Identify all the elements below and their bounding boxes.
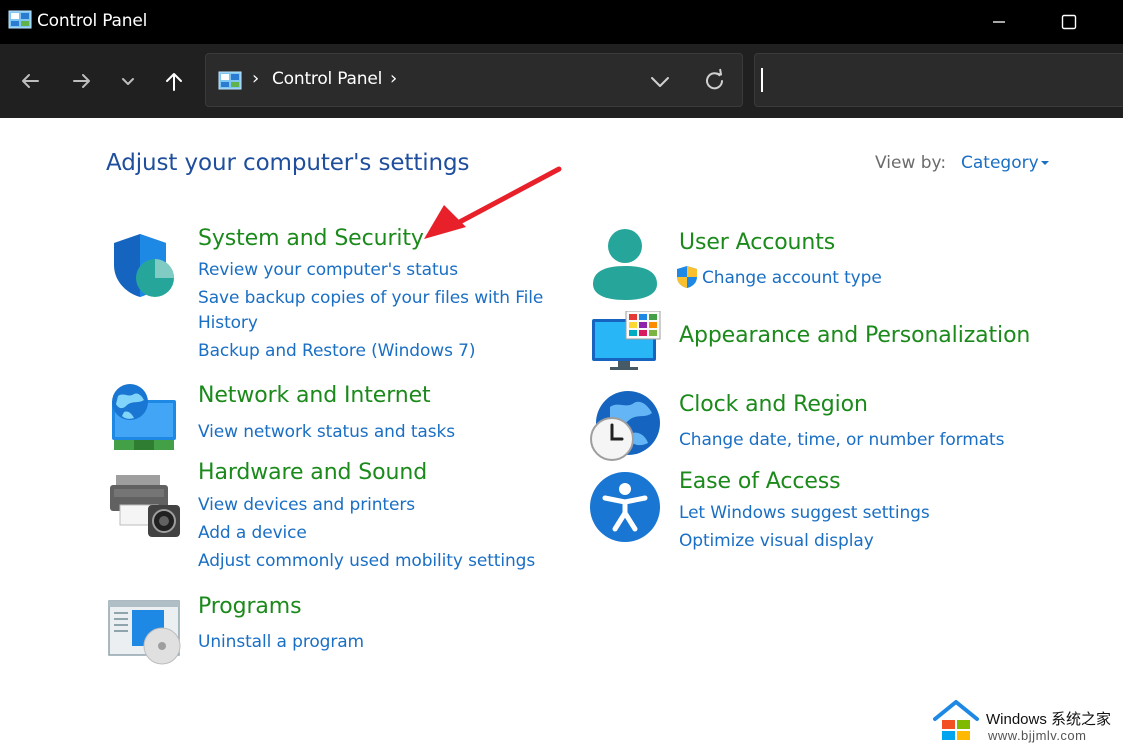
category-title-clock[interactable]: Clock and Region [679, 392, 868, 417]
link-backup-restore[interactable]: Backup and Restore (Windows 7) [198, 341, 475, 361]
link-uninstall-program[interactable]: Uninstall a program [198, 632, 364, 652]
up-button[interactable] [156, 63, 192, 99]
navigation-bar: › Control Panel › [0, 44, 1123, 118]
forward-button[interactable] [64, 63, 100, 99]
back-arrow-icon [22, 74, 39, 88]
address-dropdown-icon[interactable] [646, 68, 674, 96]
globe-clock-icon [590, 391, 660, 461]
maximize-icon [1061, 14, 1077, 30]
category-title-hardware[interactable]: Hardware and Sound [198, 460, 427, 485]
link-network-status[interactable]: View network status and tasks [198, 422, 455, 442]
view-by-label: View by: [875, 153, 947, 173]
page-title: Adjust your computer's settings [106, 150, 470, 176]
breadcrumb-control-panel[interactable]: Control Panel [272, 69, 382, 89]
view-by-caret-icon[interactable] [1041, 161, 1049, 165]
category-title-programs[interactable]: Programs [198, 594, 302, 619]
maximize-button[interactable] [1046, 6, 1092, 38]
view-by-dropdown[interactable]: Category [961, 153, 1039, 173]
watermark: Windows 系统之家 www.bjjmlv.com [932, 698, 1123, 749]
uac-shield-icon [677, 266, 697, 288]
link-optimize-visual-display[interactable]: Optimize visual display [679, 531, 874, 551]
address-bar[interactable]: › Control Panel › [205, 53, 743, 107]
watermark-brand: Windows 系统之家 [986, 711, 1112, 728]
content-area: Adjust your computer's settings View by:… [0, 118, 1123, 749]
category-title-user-accounts[interactable]: User Accounts [679, 230, 835, 255]
breadcrumb-separator: › [252, 68, 260, 89]
link-mobility-settings[interactable]: Adjust commonly used mobility settings [198, 551, 535, 571]
back-button[interactable] [12, 63, 48, 99]
search-box[interactable] [754, 53, 1123, 107]
link-change-account-type[interactable]: Change account type [702, 268, 882, 288]
link-file-history[interactable]: Save backup copies of your files with Fi… [198, 288, 543, 308]
category-title-network[interactable]: Network and Internet [198, 383, 431, 408]
recent-locations-chevron-icon [122, 78, 134, 85]
shield-icon [114, 234, 174, 297]
category-title-system-security[interactable]: System and Security [198, 226, 424, 251]
link-review-status[interactable]: Review your computer's status [198, 260, 458, 280]
monitor-icon [592, 311, 661, 370]
text-cursor [761, 68, 763, 92]
breadcrumb-separator[interactable]: › [390, 68, 397, 89]
category-title-appearance[interactable]: Appearance and Personalization [679, 323, 1030, 348]
minimize-icon [993, 21, 1005, 23]
ease-of-access-icon [590, 472, 660, 542]
title-bar: Control Panel [0, 0, 1123, 44]
windows-logo-icon [933, 700, 979, 740]
link-add-device[interactable]: Add a device [198, 523, 307, 543]
link-windows-suggest-settings[interactable]: Let Windows suggest settings [679, 503, 930, 523]
control-panel-icon [8, 10, 32, 29]
printer-icon [110, 475, 180, 537]
forward-arrow-icon [73, 74, 90, 88]
recent-locations-button[interactable] [110, 63, 146, 99]
refresh-icon[interactable] [700, 66, 730, 96]
link-date-time-formats[interactable]: Change date, time, or number formats [679, 430, 1004, 450]
up-arrow-icon [166, 73, 182, 91]
user-icon [593, 229, 657, 300]
link-devices-printers[interactable]: View devices and printers [198, 495, 415, 515]
window-title: Control Panel [37, 11, 148, 31]
watermark-url: www.bjjmlv.com [988, 728, 1087, 743]
programs-icon [108, 600, 181, 665]
annotation-arrow [424, 166, 562, 239]
link-file-history-cont[interactable]: History [198, 313, 258, 333]
search-input[interactable] [767, 64, 1107, 96]
control-panel-icon [218, 71, 242, 90]
category-title-ease-of-access[interactable]: Ease of Access [679, 469, 841, 494]
minimize-button[interactable] [976, 6, 1022, 38]
globe-network-icon [112, 384, 176, 450]
